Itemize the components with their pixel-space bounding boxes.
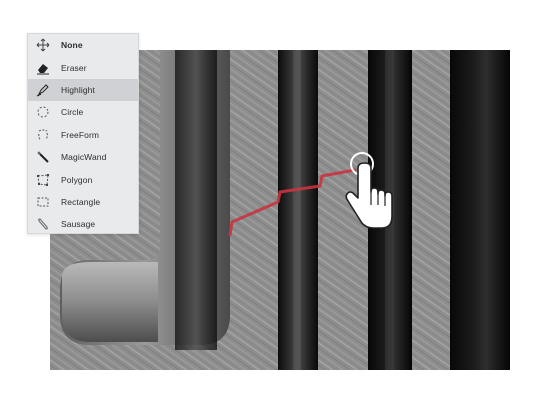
- tool-circle-label: Circle: [61, 107, 84, 118]
- tool-polygon-label: Polygon: [61, 174, 93, 185]
- annotation-workspace: None Eraser Highlight Circle FreeForm Ma…: [0, 0, 540, 405]
- tool-freeform[interactable]: FreeForm: [28, 124, 138, 146]
- annotation-tool-menu: None Eraser Highlight Circle FreeForm Ma…: [27, 33, 139, 234]
- tool-rectangle-label: Rectangle: [61, 196, 101, 207]
- tool-sausage[interactable]: Sausage: [28, 213, 138, 235]
- tool-freeform-label: FreeForm: [61, 129, 100, 140]
- tool-polygon[interactable]: Polygon: [28, 168, 138, 190]
- tool-none[interactable]: None: [28, 34, 138, 56]
- hand-pointer-icon: [345, 152, 393, 229]
- highlighter-icon: [36, 83, 50, 97]
- tool-circle[interactable]: Circle: [28, 101, 138, 123]
- tool-highlight-label: Highlight: [61, 84, 95, 95]
- tool-sausage-label: Sausage: [61, 219, 96, 230]
- sausage-icon: [36, 217, 50, 231]
- tool-eraser-label: Eraser: [61, 62, 87, 73]
- tool-none-label: None: [61, 40, 83, 51]
- tool-eraser[interactable]: Eraser: [28, 56, 138, 78]
- dashed-rectangle-icon: [36, 195, 50, 209]
- tool-magicwand[interactable]: MagicWand: [28, 146, 138, 168]
- freeform-icon: [36, 128, 50, 142]
- tool-highlight[interactable]: Highlight: [28, 78, 138, 102]
- tool-magicwand-label: MagicWand: [61, 152, 107, 163]
- polygon-icon: [36, 173, 50, 187]
- tool-rectangle[interactable]: Rectangle: [28, 191, 138, 213]
- eraser-icon: [36, 61, 50, 75]
- move-arrows-icon: [36, 38, 50, 52]
- dashed-circle-icon: [36, 105, 50, 119]
- magic-wand-icon: [36, 150, 50, 164]
